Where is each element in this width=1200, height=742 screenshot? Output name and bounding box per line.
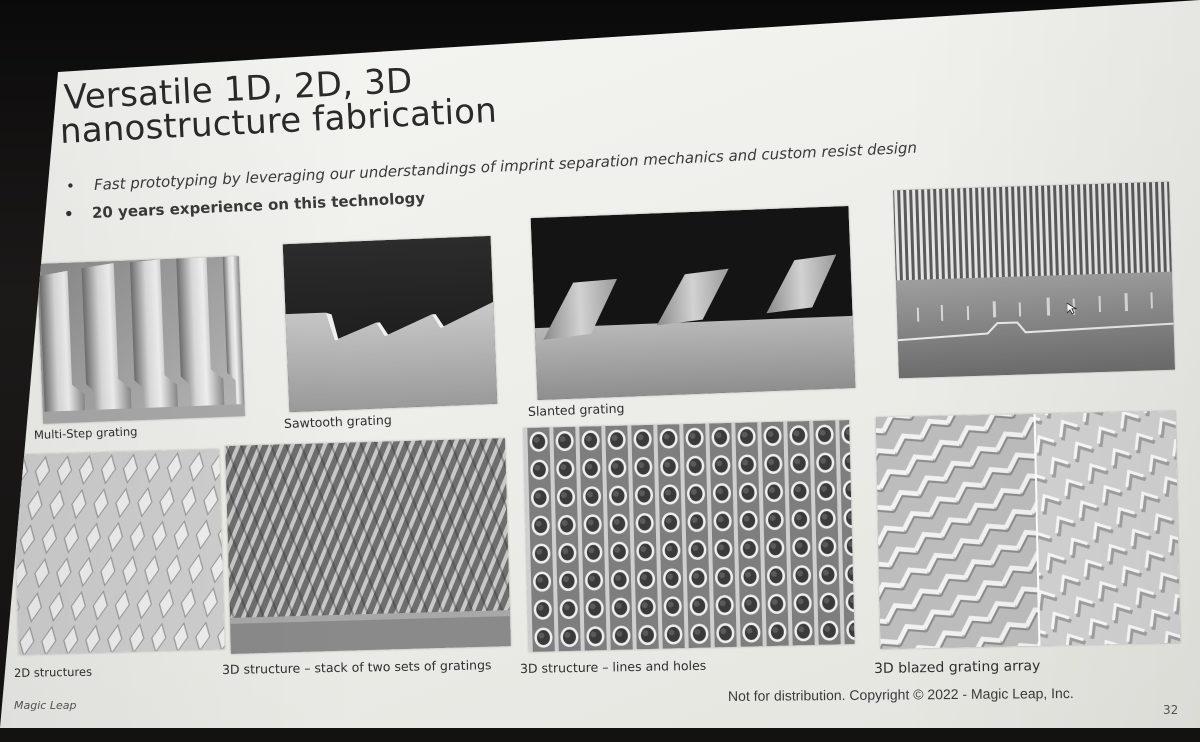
mouse-cursor-icon (1066, 302, 1078, 315)
footer-copyright: Not for distribution. Copyright © 2022 -… (727, 684, 1074, 704)
presentation-slide: Versatile 1D, 2D, 3D nanostructure fabri… (0, 0, 1200, 728)
projection-room: Versatile 1D, 2D, 3D nanostructure fabri… (0, 0, 1200, 742)
footer-brand: Magic Leap (14, 699, 77, 712)
bullet-text: 20 years experience on this technology (91, 188, 426, 222)
caption-blazed-grating-array: 3D blazed grating array (873, 658, 1041, 677)
vertical-grating-image (893, 181, 1175, 379)
slanted-grating-image (530, 205, 856, 401)
caption-slanted-grating: Slanted grating (527, 400, 625, 419)
caption-lines-and-holes: 3D structure – lines and holes (519, 657, 707, 676)
sawtooth-grating-image (282, 235, 498, 413)
caption-multi-step-grating: Multi-Step grating (33, 424, 138, 442)
2d-structures-image (13, 449, 225, 655)
blazed-grating-array-image (875, 410, 1181, 650)
bullet-item-prototyping: • Fast prototyping by leveraging our und… (66, 138, 918, 196)
bullet-item-experience: • 20 years experience on this technology (64, 188, 426, 223)
bullet-dot: • (65, 176, 76, 196)
page-number: 32 (1163, 703, 1179, 717)
caption-2d-structures: 2D structures (13, 664, 93, 680)
caption-sawtooth-grating: Sawtooth grating (283, 412, 392, 431)
lines-and-holes-image (523, 420, 855, 652)
caption-stacked-gratings: 3D structure – stack of two sets of grat… (221, 657, 492, 677)
stacked-gratings-image (225, 438, 511, 654)
bullet-dot: • (63, 204, 75, 224)
multi-step-grating-image (37, 256, 245, 424)
bullet-text: Fast prototyping by leveraging our under… (93, 138, 918, 194)
